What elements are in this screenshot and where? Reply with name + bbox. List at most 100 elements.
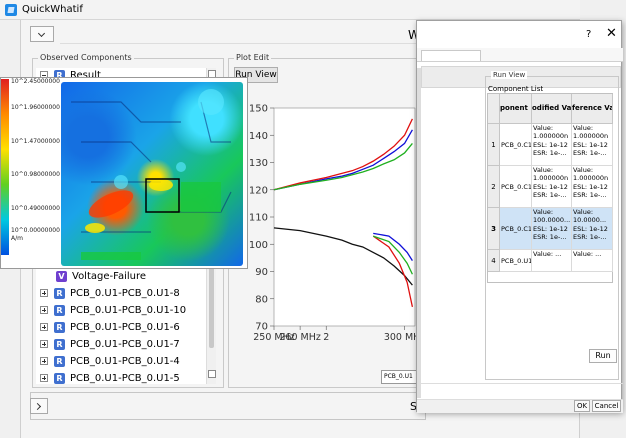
table-cell-line: ESR: 1e-... bbox=[533, 233, 567, 242]
table-cell[interactable]: Value: 1.000000n ESL: 1e-12 ESR: 1e-... bbox=[572, 166, 613, 208]
help-icon[interactable]: ? bbox=[586, 29, 591, 40]
table-cell[interactable]: PCB_0.C10 bbox=[500, 166, 532, 208]
dialog-tab[interactable] bbox=[421, 50, 481, 61]
table-cell-line: 10.0000... bbox=[573, 216, 607, 225]
heatmap-scale-label: 10^0.98000000 bbox=[11, 171, 60, 178]
dialog-tab-bar bbox=[417, 48, 623, 62]
heatmap-scale-label: 10^1.96000000 bbox=[11, 104, 60, 111]
y-tick-label: 100 bbox=[249, 240, 268, 251]
tree-item[interactable]: R PCB_0.U1-PCB_0.U1-8 bbox=[40, 286, 180, 300]
result-type-icon: R bbox=[54, 287, 65, 299]
y-tick-label: 90 bbox=[255, 267, 268, 278]
voltage-chart[interactable]: 708090100110120130140150250 MHz260 MHz 2 3… bbox=[232, 104, 417, 364]
tree-item[interactable]: R PCB_0.U1-PCB_0.U1-6 bbox=[40, 320, 180, 334]
table-cell[interactable]: PCB_0.C1 bbox=[500, 124, 532, 166]
table-cell[interactable]: Value: 1.000000n ESL: 1e-12 ESR: 1e-... bbox=[532, 124, 572, 166]
expand-icon[interactable] bbox=[40, 289, 48, 297]
table-cell-line: Value: bbox=[573, 124, 594, 132]
tree-item[interactable]: V Voltage-Failure bbox=[56, 269, 146, 283]
table-cell-line: Value: bbox=[573, 208, 594, 216]
expand-icon[interactable] bbox=[40, 374, 48, 382]
dialog-separator bbox=[417, 383, 623, 384]
tree-item[interactable]: R PCB_0.U1-PCB_0.U1-7 bbox=[40, 337, 180, 351]
y-tick-label: 80 bbox=[255, 294, 268, 305]
table-cell-line: PCB_0.U1 bbox=[501, 257, 532, 265]
table-cell[interactable]: Value: ... bbox=[532, 250, 572, 272]
tree-item[interactable]: R PCB_0.U1-PCB_0.U1-4 bbox=[40, 354, 180, 368]
run-view-group-title: Run View bbox=[491, 71, 528, 79]
table-cell-line: ESL: 1e-12 bbox=[533, 224, 568, 233]
table-header[interactable]: ponent N bbox=[500, 94, 532, 124]
scroll-down-button[interactable] bbox=[208, 370, 216, 378]
heatmap-scale-label: 10^0.49000000 bbox=[11, 205, 60, 212]
y-tick-label: 150 bbox=[249, 104, 268, 115]
table-cell[interactable]: Value: 10.0000... ESL: 1e-12 ESR: 1e-... bbox=[572, 208, 613, 250]
table-cell-line: ESL: 1e-12 bbox=[573, 140, 608, 149]
result-type-icon: R bbox=[54, 355, 65, 367]
table-cell-line: Value: ... bbox=[573, 250, 602, 258]
table-cell-line: ESL: 1e-12 bbox=[533, 182, 568, 191]
table-cell[interactable]: PCB_0.U1 bbox=[500, 250, 532, 272]
dialog-left-panel bbox=[417, 68, 421, 398]
heatmap-color-scale bbox=[1, 79, 9, 255]
table-cell[interactable]: Value: 1.000000n ESL: 1e-12 ESR: 1e-... bbox=[532, 166, 572, 208]
tree-item[interactable]: R PCB_0.U1-PCB_0.U1-5 bbox=[40, 371, 180, 385]
app-titlebar: QuickWhatif bbox=[0, 0, 580, 20]
component-table[interactable]: ponent Nodified Valference Va1PCB_0.C1Va… bbox=[487, 93, 613, 283]
table-cell-line: ESR: 1e-... bbox=[533, 149, 567, 158]
tree-item[interactable]: R PCB_0.U1-PCB_0.U1-10 bbox=[40, 303, 186, 317]
pcb-field-heatmap[interactable] bbox=[61, 82, 243, 266]
x-tick-label: 2 bbox=[323, 332, 329, 343]
run-view-dialog: ? ✕ Run View Component List ponent Nodif… bbox=[416, 20, 623, 413]
table-cell-line: PCB_0.C1 bbox=[501, 141, 532, 149]
table-cell[interactable]: Value: ... bbox=[572, 250, 613, 272]
y-tick-label: 140 bbox=[249, 131, 268, 142]
table-cell-line: Value: bbox=[573, 166, 594, 174]
tree-item-label: PCB_0.U1-PCB_0.U1-4 bbox=[70, 355, 180, 367]
x-tick-label: 260 MHz bbox=[279, 332, 320, 343]
cancel-button[interactable]: Cancel bbox=[592, 400, 621, 412]
table-cell-line: Value: ... bbox=[533, 250, 562, 258]
table-header[interactable] bbox=[488, 94, 500, 124]
table-cell-line: PCB_0.C12 bbox=[501, 225, 532, 233]
table-row-number[interactable]: 3 bbox=[488, 208, 500, 250]
table-cell-line: 1.000000n bbox=[533, 174, 569, 183]
table-cell-line: 1.000000n bbox=[573, 174, 609, 183]
table-cell-line: ESL: 1e-12 bbox=[533, 140, 568, 149]
table-cell[interactable]: PCB_0.C12 bbox=[500, 208, 532, 250]
table-cell-line: Value: bbox=[533, 166, 554, 174]
expand-bottom-button[interactable] bbox=[30, 398, 48, 414]
result-type-icon: R bbox=[54, 304, 65, 316]
component-list-label: Component List bbox=[488, 85, 544, 93]
table-row-number[interactable]: 4 bbox=[488, 250, 500, 272]
tree-item-label: Voltage-Failure bbox=[72, 270, 147, 282]
table-row-number[interactable]: 2 bbox=[488, 166, 500, 208]
ok-button[interactable]: OK bbox=[574, 400, 590, 412]
table-cell-line: ESR: 1e-... bbox=[573, 191, 607, 200]
expand-icon[interactable] bbox=[40, 306, 48, 314]
collapse-toggle-button[interactable] bbox=[30, 26, 54, 42]
expand-icon[interactable] bbox=[40, 357, 48, 365]
voltage-type-icon: V bbox=[56, 270, 67, 282]
table-cell-line: Value: bbox=[533, 124, 554, 132]
heatmap-scale-label: 10^1.47000000 bbox=[11, 138, 60, 145]
close-icon[interactable]: ✕ bbox=[606, 26, 617, 41]
tree-item-label: PCB_0.U1-PCB_0.U1-6 bbox=[70, 321, 180, 333]
table-cell-line: Value: bbox=[533, 208, 554, 216]
expand-icon[interactable] bbox=[40, 323, 48, 331]
table-cell[interactable]: Value: 100.0000... ESL: 1e-12 ESR: 1e-... bbox=[532, 208, 572, 250]
table-cell[interactable]: Value: 1.000000n ESL: 1e-12 ESR: 1e-... bbox=[572, 124, 613, 166]
expand-icon[interactable] bbox=[40, 340, 48, 348]
run-button[interactable]: Run bbox=[589, 349, 617, 363]
table-cell-line: ESR: 1e-... bbox=[533, 191, 567, 200]
table-header[interactable]: ference Va bbox=[572, 94, 613, 124]
tree-item-label: PCB_0.U1-PCB_0.U1-10 bbox=[70, 304, 187, 316]
result-type-icon: R bbox=[54, 321, 65, 333]
result-type-icon: R bbox=[54, 338, 65, 350]
y-tick-label: 110 bbox=[249, 213, 268, 224]
table-row-number[interactable]: 1 bbox=[488, 124, 500, 166]
table-cell-line: 1.000000n bbox=[533, 132, 569, 141]
chart-component-name[interactable]: PCB_0.U1 bbox=[381, 370, 421, 384]
table-header[interactable]: odified Val bbox=[532, 94, 572, 124]
field-heatmap-window[interactable]: 10^2.45000000 10^1.96000000 10^1.47000000 1… bbox=[0, 77, 248, 269]
